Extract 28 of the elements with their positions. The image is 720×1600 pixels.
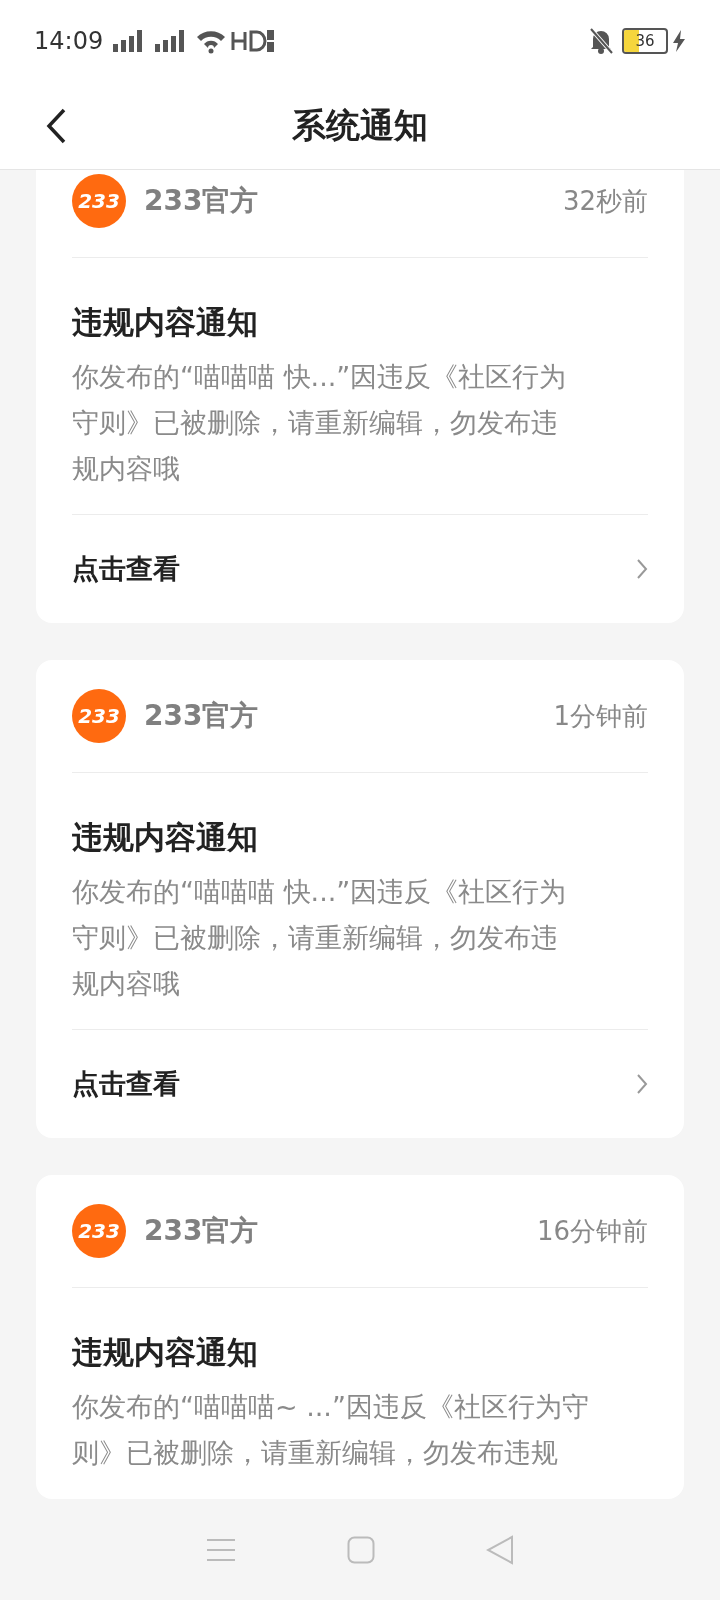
chevron-left-icon: [45, 107, 67, 144]
notification-title: 违规内容通知: [72, 818, 259, 857]
notification-title: 违规内容通知: [72, 303, 259, 342]
chevron-right-icon: [636, 1073, 648, 1095]
muted-bell-icon: [588, 27, 614, 55]
timestamp: 32秒前: [562, 184, 648, 218]
clock: 14:09: [34, 26, 104, 57]
home-button[interactable]: [347, 1536, 375, 1564]
notification-message: 你发布的“喵喵喵 快...”因违反《社区行为 守则》已被删除，请重新编辑，勿发布违 规内容哦: [72, 360, 568, 486]
sender-name: 233官方: [144, 698, 259, 734]
logo-icon: 233: [72, 1204, 126, 1258]
wifi-icon: [195, 28, 228, 54]
logo-icon: 233: [72, 174, 126, 228]
notification-message: 你发布的“喵喵喵 快...”因违反《社区行为 守则》已被删除，请重新编辑，勿发布违 规内容哦: [72, 875, 568, 1001]
page-title: 系统通知: [292, 104, 428, 147]
timestamp: 1分钟前: [553, 699, 648, 733]
sender-name: 233官方: [144, 1213, 259, 1249]
notification-message: 你发布的“喵喵喵~ ...”因违反《社区行为守 则》已被删除，请重新编辑，勿发布违规: [72, 1390, 590, 1470]
view-link[interactable]: 点击查看: [72, 515, 648, 623]
notification-title: 违规内容通知: [72, 1333, 259, 1372]
back-nav-button[interactable]: [486, 1535, 515, 1565]
timestamp: 16分钟前: [536, 1214, 648, 1248]
logo-icon: 233: [72, 689, 126, 743]
menu-button[interactable]: [205, 1537, 236, 1563]
view-link[interactable]: 点击查看: [72, 1030, 648, 1138]
hd-icon: [231, 28, 276, 54]
sender-name: 233官方: [144, 183, 259, 219]
chevron-right-icon: [636, 558, 648, 580]
